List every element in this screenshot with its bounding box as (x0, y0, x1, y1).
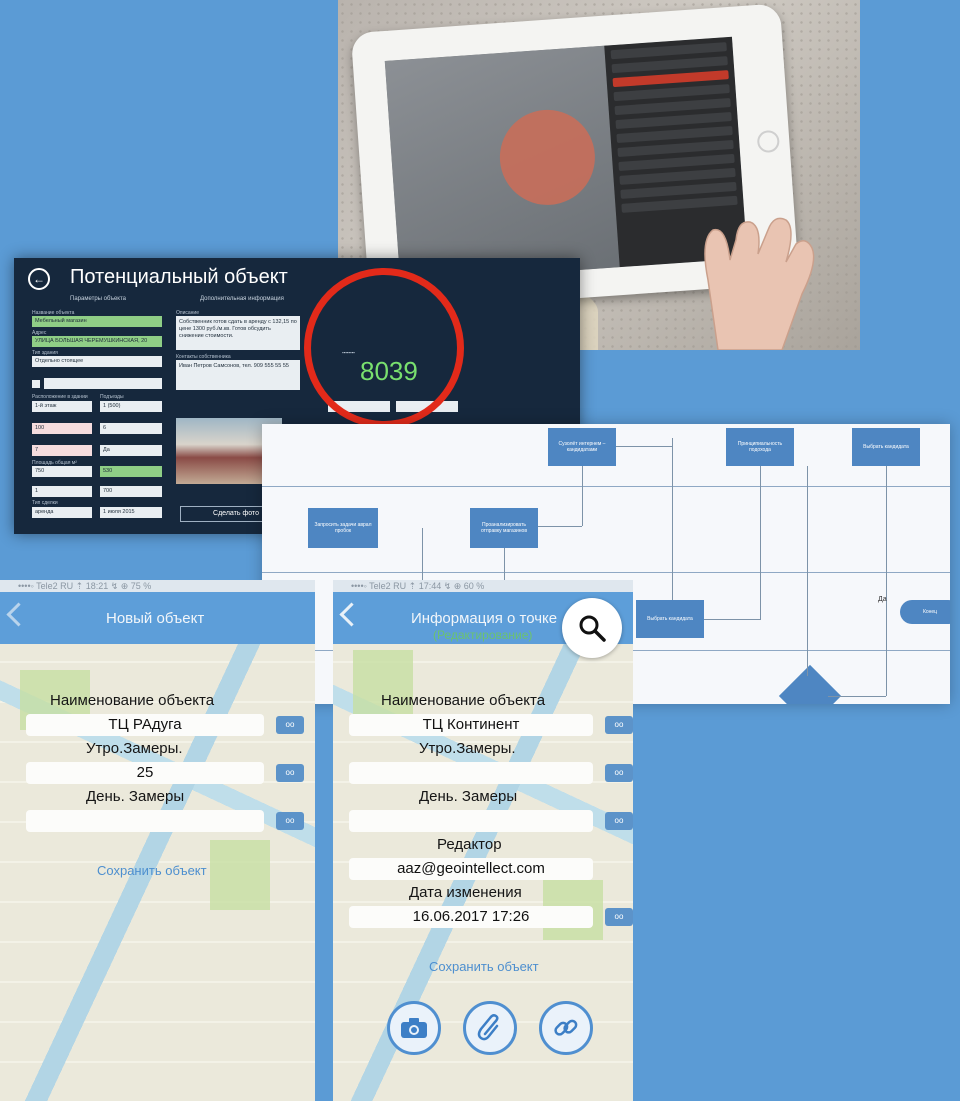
status-bar: ••••◦ Tele2 RU ⇡ 18:21 ↯ ⊕ 75 % (0, 580, 315, 592)
section-object-params: Параметры объекта (70, 296, 127, 302)
row-field[interactable]: Да (100, 445, 162, 456)
home-button (756, 129, 781, 154)
contacts-field[interactable]: Иван Петров Самсонов, тел. 909 555 55 55 (176, 360, 300, 390)
description-field[interactable]: Собственник готов сдать в аренду с 132,1… (176, 316, 300, 350)
editor-field[interactable]: aaz@geointellect.com (349, 858, 593, 880)
flow-edge (807, 466, 808, 676)
flow-edge (616, 446, 672, 447)
field-label: Наименование объекта (50, 692, 215, 709)
area2-field[interactable]: 530 (100, 466, 162, 477)
area-field[interactable]: 750 (32, 466, 92, 477)
flow-edge (760, 466, 761, 620)
nav-title: Новый объект (106, 610, 205, 627)
flow-node: Принципиальность подохода (726, 428, 794, 466)
swimlane-divider (262, 486, 950, 487)
row-field[interactable]: 100 (32, 423, 92, 434)
swimlane-divider (262, 572, 950, 573)
flow-node: Сузолёт интернем – кандидатами (548, 428, 616, 466)
morning-measure-field[interactable]: 25 (26, 762, 264, 784)
status-bar: ••••◦ Tele2 RU ⇡ 17:44 ↯ ⊕ 60 % (333, 580, 633, 592)
edit-mode-label: (Редактирование) (433, 628, 533, 642)
morning-measure-field[interactable] (349, 762, 593, 784)
back-arrow-icon[interactable] (6, 602, 31, 627)
flow-edge (582, 466, 583, 526)
flow-node: Запросить задачи аврал пробок (308, 508, 378, 548)
visibility-icon[interactable]: oo (605, 764, 633, 782)
search-button[interactable] (562, 598, 622, 658)
building-type-select[interactable]: Отдельно стоящее (32, 356, 162, 367)
row-field[interactable]: 7 (32, 445, 92, 456)
visibility-icon[interactable]: oo (605, 812, 633, 830)
field-label: Утро.Замеры. (419, 740, 516, 757)
visibility-icon[interactable]: oo (605, 908, 633, 926)
back-arrow-icon[interactable]: ← (28, 268, 50, 290)
visibility-icon[interactable]: oo (605, 716, 633, 734)
checkbox[interactable] (32, 380, 40, 388)
flow-edge (828, 696, 886, 697)
field-label: Дата изменения (409, 884, 522, 901)
field-label: Наименование объекта (381, 692, 546, 709)
link-icon (554, 1019, 578, 1036)
name-field[interactable]: Мебельный магазин (32, 316, 162, 327)
camera-icon (401, 1018, 427, 1038)
entrance-select[interactable]: 1 (500) (100, 401, 162, 412)
field-label: День. Замеры (86, 788, 185, 805)
flow-edge (538, 526, 582, 527)
deal-label: Тип сделки (32, 500, 58, 506)
day-measure-field[interactable] (349, 810, 593, 832)
attach-button[interactable] (463, 1001, 517, 1055)
nav-bar: Новый объект (0, 592, 315, 644)
floor-select[interactable]: 1-й этаж (32, 401, 92, 412)
form-title: Потенциальный объект (70, 266, 288, 288)
flow-edge (672, 438, 673, 600)
link-button[interactable] (539, 1001, 593, 1055)
camera-button[interactable] (387, 1001, 441, 1055)
entrance-label: Подъезды (100, 394, 124, 400)
field-label: День. Замеры (419, 788, 518, 805)
map-park (210, 840, 270, 910)
edge-label: Да (878, 596, 887, 603)
flow-node: Выбрать кандидата (636, 600, 704, 638)
section-extra-info: Дополнительная информация (200, 296, 284, 302)
field-label: Утро.Замеры. (86, 740, 183, 757)
row-field[interactable]: 1 (32, 486, 92, 497)
modified-date-field[interactable]: 16.06.2017 17:26 (349, 906, 593, 928)
decision-node (778, 664, 842, 704)
deal-select[interactable]: аренда (32, 507, 92, 518)
address-field[interactable]: УЛИЦА БОЛЬШАЯ ЧЕРЕМУШКИНСКАЯ, 20 (32, 336, 162, 347)
save-object-link[interactable]: Сохранить объект (429, 959, 539, 974)
flow-node: Выбрать кандидата (852, 428, 920, 466)
visibility-icon[interactable]: oo (276, 764, 304, 782)
back-arrow-icon[interactable] (339, 602, 364, 627)
row-field[interactable]: 6 (100, 423, 162, 434)
extra-field[interactable] (44, 378, 162, 389)
day-measure-field[interactable] (26, 810, 264, 832)
paperclip-icon (477, 1014, 499, 1041)
visibility-icon[interactable]: oo (276, 716, 304, 734)
flow-edge (704, 619, 760, 620)
search-icon (579, 615, 606, 642)
flow-node: Проанализировать отправку магазинов (470, 508, 538, 548)
field-label: Редактор (437, 836, 502, 853)
flow-end-node: Конец (900, 600, 950, 624)
object-name-field[interactable]: ТЦ РАдуга (26, 714, 264, 736)
nav-title: Информация о точке (411, 610, 558, 627)
object-name-field[interactable]: ТЦ Континент (349, 714, 593, 736)
hand (704, 217, 815, 350)
floor-label: Расположение в здании (32, 394, 88, 400)
row-field[interactable]: 700 (100, 486, 162, 497)
red-highlight-circle (304, 268, 464, 428)
flow-edge (886, 466, 887, 696)
visibility-icon[interactable]: oo (276, 812, 304, 830)
date-field[interactable]: 1 июля 2015 (100, 507, 162, 518)
phone-new-object: ••••◦ Tele2 RU ⇡ 18:21 ↯ ⊕ 75 % Новый об… (0, 580, 315, 1101)
phone-point-info: ••••◦ Tele2 RU ⇡ 17:44 ↯ ⊕ 60 % Информац… (333, 580, 633, 1101)
save-object-link[interactable]: Сохранить объект (97, 863, 207, 878)
